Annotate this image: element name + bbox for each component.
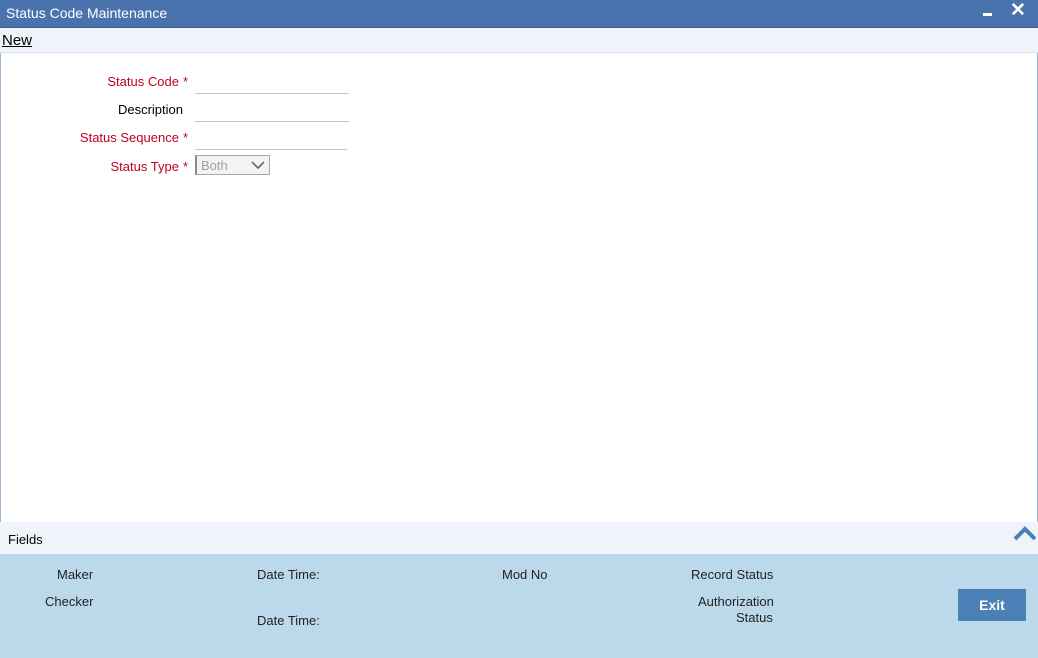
description-input[interactable] <box>195 100 349 122</box>
exit-button[interactable]: Exit <box>958 589 1026 621</box>
maker-date-time-label: Date Time: <box>257 567 320 582</box>
new-link[interactable]: New <box>2 32 32 49</box>
required-marker: * <box>182 74 188 89</box>
status-code-row: Status Code * <box>0 72 360 94</box>
checker-date-time-label: Date Time: <box>257 613 320 628</box>
minimize-icon <box>983 13 992 16</box>
description-label: Description <box>117 102 183 117</box>
checker-label: Checker <box>45 594 94 609</box>
minimize-button[interactable] <box>978 2 998 24</box>
status-code-input[interactable] <box>195 72 349 94</box>
status-code-label: Status Code * <box>107 74 188 89</box>
frame-border-left <box>0 53 1 523</box>
status-type-row: Status Type * Both <box>0 155 360 177</box>
status-sequence-input[interactable] <box>195 128 347 150</box>
status-type-label: Status Type * <box>110 159 188 174</box>
authorization-status-label-line2: Status <box>736 610 773 625</box>
description-row: Description <box>0 100 360 122</box>
window-title: Status Code Maintenance <box>6 5 168 21</box>
maker-label: Maker <box>57 567 94 582</box>
mod-no-label: Mod No <box>502 567 548 582</box>
menu-bar: New <box>0 28 1038 53</box>
authorization-status-label: Authorization <box>698 594 774 609</box>
fields-bar[interactable]: Fields <box>0 522 1038 554</box>
required-marker: * <box>182 159 188 174</box>
status-type-selected: Both <box>201 158 228 173</box>
status-type-select[interactable]: Both <box>195 155 270 175</box>
close-button[interactable]: ✕ <box>1008 0 1028 22</box>
required-marker: * <box>182 130 188 145</box>
close-icon: ✕ <box>1010 0 1026 21</box>
chevron-up-icon[interactable] <box>1013 526 1037 542</box>
chevron-down-icon <box>251 161 265 170</box>
fields-label: Fields <box>8 532 43 547</box>
status-sequence-label: Status Sequence * <box>79 130 188 145</box>
status-sequence-row: Status Sequence * <box>0 128 360 150</box>
window-title-bar: Status Code Maintenance ✕ <box>0 0 1038 28</box>
record-status-label: Record Status <box>691 567 774 582</box>
